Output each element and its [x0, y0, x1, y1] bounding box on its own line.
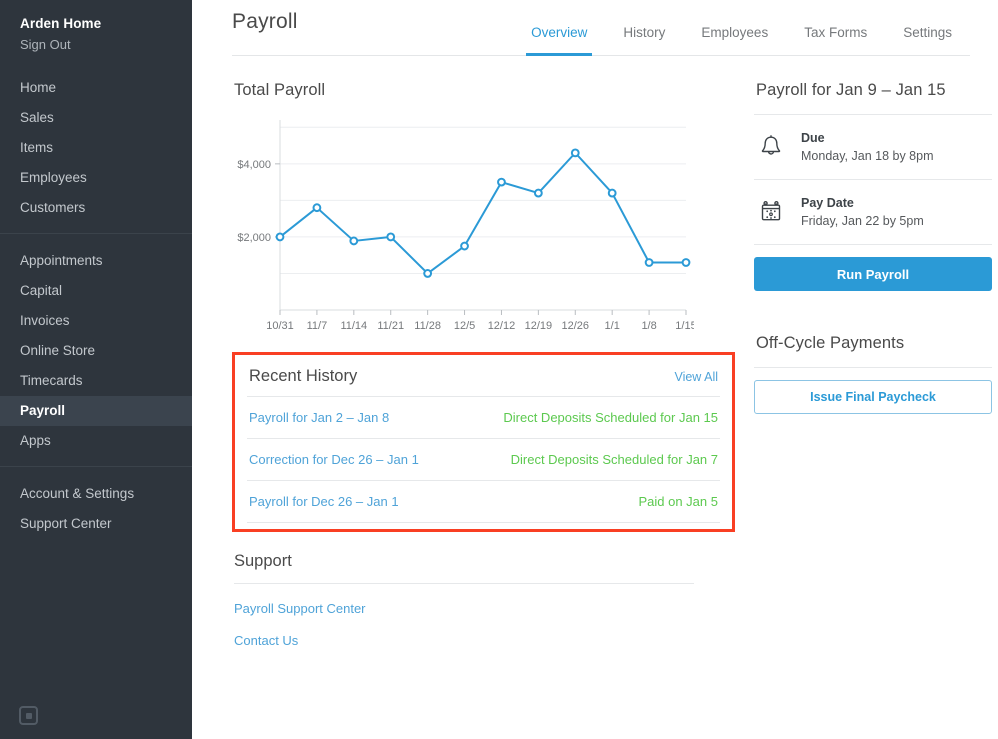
account-name: Arden Home	[20, 16, 102, 31]
pay-date-label: Pay Date	[801, 196, 854, 210]
bell-icon	[756, 132, 786, 162]
view-all-link[interactable]: View All	[674, 370, 718, 384]
sidebar-item-invoices[interactable]: Invoices	[0, 306, 192, 336]
total-payroll-chart: $2,000 $4,000 10/31 11/7 11/14 11/21 11/28 12/5…	[234, 112, 694, 342]
pay-date-row: Pay Date Friday, Jan 22 by 5pm	[754, 180, 992, 244]
sidebar-group-primary: Home Sales Items Employees Customers	[0, 61, 192, 233]
svg-text:$4,000: $4,000	[237, 159, 271, 171]
svg-text:12/19: 12/19	[525, 320, 553, 332]
issue-final-paycheck-button[interactable]: Issue Final Paycheck	[754, 380, 992, 414]
app-root: Arden Home Sign Out Home Sales Items Emp…	[0, 0, 998, 739]
sidebar-item-payroll[interactable]: Payroll	[0, 396, 192, 426]
sidebar-item-appointments[interactable]: Appointments	[0, 246, 192, 276]
sidebar-item-capital[interactable]: Capital	[0, 276, 192, 306]
recent-history-card: Recent History View All Payroll for Jan …	[232, 352, 735, 532]
history-item-status: Direct Deposits Scheduled for Jan 15	[503, 410, 718, 425]
content-columns: Total Payroll $2,000 $4,000 10/31 11/7 11/14…	[192, 56, 998, 648]
table-row[interactable]: Correction for Dec 26 – Jan 1 Direct Dep…	[247, 439, 720, 481]
chart-title: Total Payroll	[234, 81, 326, 99]
svg-text:11/7: 11/7	[307, 320, 328, 332]
tab-bar: Overview History Employees Tax Forms Set…	[513, 1, 970, 56]
payroll-period-title: Payroll for Jan 9 – Jan 15	[756, 81, 946, 99]
due-row: Due Monday, Jan 18 by 8pm	[754, 115, 992, 179]
svg-text:11/14: 11/14	[340, 320, 367, 332]
sidebar-item-timecards[interactable]: Timecards	[0, 366, 192, 396]
history-item-status: Paid on Jan 5	[638, 494, 718, 509]
sidebar-item-apps[interactable]: Apps	[0, 426, 192, 456]
svg-text:10/31: 10/31	[266, 320, 294, 332]
sidebar-item-customers[interactable]: Customers	[0, 193, 192, 223]
support-section: Support Payroll Support Center Contact U…	[234, 552, 694, 648]
square-logo-icon	[19, 706, 38, 725]
svg-text:1/15: 1/15	[675, 320, 694, 332]
sidebar-account: Arden Home Sign Out	[0, 0, 192, 61]
svg-text:1/1: 1/1	[605, 320, 620, 332]
page-title: Payroll	[232, 10, 298, 33]
svg-text:11/21: 11/21	[377, 320, 404, 332]
sidebar: Arden Home Sign Out Home Sales Items Emp…	[0, 0, 192, 739]
sidebar-group-apps: Appointments Capital Invoices Online Sto…	[0, 233, 192, 466]
recent-history-title: Recent History	[249, 367, 358, 385]
history-item-name[interactable]: Correction for Dec 26 – Jan 1	[249, 452, 419, 467]
tab-settings[interactable]: Settings	[885, 24, 970, 55]
svg-text:12/5: 12/5	[454, 320, 475, 332]
page-header: Payroll Overview History Employees Tax F…	[232, 0, 970, 56]
run-payroll-button[interactable]: Run Payroll	[754, 257, 992, 291]
sidebar-item-online-store[interactable]: Online Store	[0, 336, 192, 366]
history-item-name[interactable]: Payroll for Dec 26 – Jan 1	[249, 494, 399, 509]
divider	[754, 367, 992, 368]
payroll-line-chart-svg: $2,000 $4,000 10/31 11/7 11/14 11/21 11/28 12/5…	[237, 120, 694, 332]
table-row[interactable]: Payroll for Jan 2 – Jan 8 Direct Deposit…	[247, 397, 720, 439]
due-label: Due	[801, 131, 825, 145]
tab-tax-forms[interactable]: Tax Forms	[786, 24, 885, 55]
divider	[754, 244, 992, 245]
svg-text:11/28: 11/28	[414, 320, 441, 332]
svg-text:12/26: 12/26	[562, 320, 590, 332]
svg-text:1/8: 1/8	[641, 320, 656, 332]
sign-out-link[interactable]: Sign Out	[20, 35, 192, 55]
pay-date-value: Friday, Jan 22 by 5pm	[801, 214, 924, 228]
history-item-status: Direct Deposits Scheduled for Jan 7	[510, 452, 718, 467]
tab-history[interactable]: History	[605, 24, 683, 55]
off-cycle-payments-title: Off-Cycle Payments	[756, 334, 905, 352]
sidebar-group-account: Account & Settings Support Center	[0, 466, 192, 549]
main-content: Payroll Overview History Employees Tax F…	[192, 0, 998, 739]
recent-history-header: Recent History View All	[247, 355, 720, 397]
svg-text:$2,000: $2,000	[237, 232, 271, 244]
sidebar-item-employees[interactable]: Employees	[0, 163, 192, 193]
contact-us-link[interactable]: Contact Us	[234, 616, 694, 648]
sidebar-item-sales[interactable]: Sales	[0, 103, 192, 133]
sidebar-item-support-center[interactable]: Support Center	[0, 509, 192, 539]
due-value: Monday, Jan 18 by 8pm	[801, 149, 934, 163]
tab-employees[interactable]: Employees	[683, 24, 786, 55]
support-title: Support	[234, 552, 694, 584]
right-rail: Payroll for Jan 9 – Jan 15 Due Monday, J…	[754, 56, 992, 648]
due-text: Due Monday, Jan 18 by 8pm	[801, 129, 933, 165]
tab-overview[interactable]: Overview	[513, 24, 605, 56]
table-row[interactable]: Payroll for Dec 26 – Jan 1 Paid on Jan 5	[247, 481, 720, 523]
sidebar-item-items[interactable]: Items	[0, 133, 192, 163]
pay-date-text: Pay Date Friday, Jan 22 by 5pm	[801, 194, 924, 230]
history-item-name[interactable]: Payroll for Jan 2 – Jan 8	[249, 410, 389, 425]
svg-text:12/12: 12/12	[488, 320, 516, 332]
calendar-icon	[756, 197, 786, 227]
sidebar-item-account-settings[interactable]: Account & Settings	[0, 479, 192, 509]
sidebar-item-home[interactable]: Home	[0, 73, 192, 103]
left-column: Total Payroll $2,000 $4,000 10/31 11/7 11/14…	[232, 56, 735, 648]
payroll-support-center-link[interactable]: Payroll Support Center	[234, 584, 694, 616]
